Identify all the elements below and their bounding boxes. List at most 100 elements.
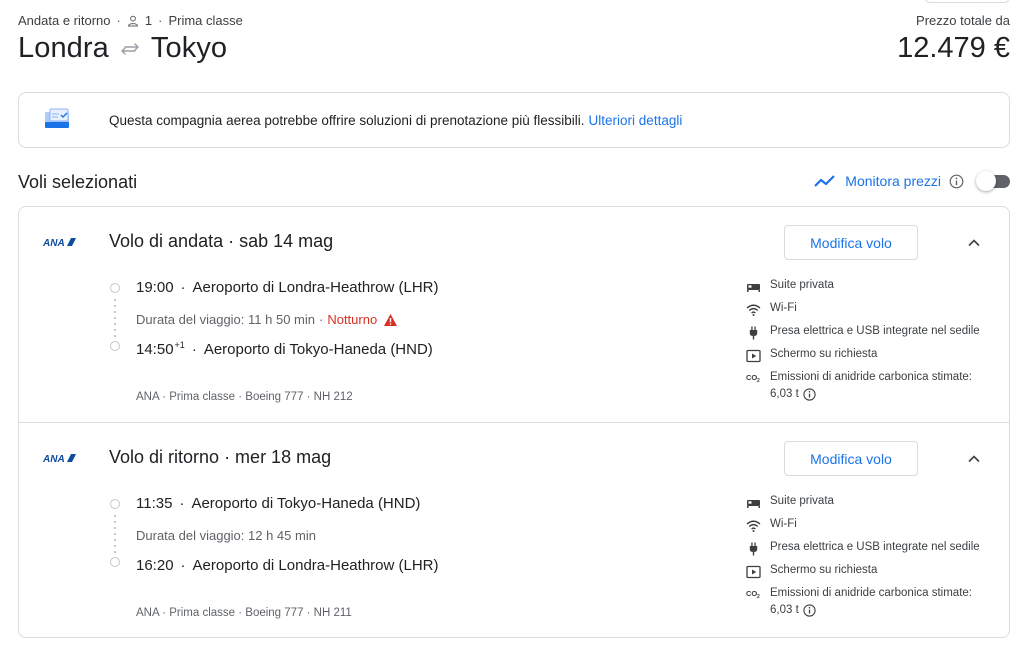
arrival-airport: Aeroporto di Tokyo-Haneda (HND) [203,341,433,358]
separator-dot: · [191,341,197,358]
flight-details: ANA · Prima classe · Boeing 777 · NH 212 [136,391,353,403]
bed-icon [747,500,760,508]
amenities-list: Suite privata Wi-Fi Presa elettrica e US… [746,495,1008,621]
trip-type: Andata e ritorno [18,13,111,28]
route-title: Londra Tokyo [18,32,227,65]
separator-dot: · [158,13,163,28]
ana-logo-icon: ANA [43,238,76,248]
arrival-dot [110,341,120,351]
return-flight: ANA Volo di ritorno · mer 18 mag Modific… [19,423,1009,638]
separator-dot: · [116,13,121,28]
price-label: Prezzo totale da [916,13,1010,28]
departure-airport: Aeroporto di Londra-Heathrow (LHR) [192,279,439,296]
svg-text:2: 2 [757,594,760,600]
info-icon[interactable] [949,174,964,189]
svg-text:CO: CO [746,373,757,382]
travel-duration: Durata del viaggio: 11 h 50 min [136,312,315,327]
ana-logo-icon: ANA [43,454,76,464]
emissions-value: 6,03 t [770,388,799,400]
arrival-time: 14:50 [136,341,174,358]
emissions-value: 6,03 t [770,604,799,616]
swap-arrows-icon [121,42,139,55]
flight-timeline [109,283,121,351]
edit-outbound-button[interactable]: Modifica volo [784,225,918,260]
departure-dot [110,499,120,509]
notice-message: Questa compagnia aerea potrebbe offrire … [109,112,585,128]
arrival-row: 16:20 · Aeroporto di Londra-Heathrow (LH… [136,557,439,574]
duration-row: Durata del viaggio: 11 h 50 min · Nottur… [136,312,398,327]
amenity-screen: Schermo su richiesta [746,564,1008,587]
departure-time: 19:00 [136,279,174,296]
wifi-icon [746,304,761,316]
flexibility-notice: Questa compagnia aerea potrebbe offrire … [18,92,1010,148]
amenity-emissions: CO 2 Emissioni di anidride carbonica sti… [746,585,1008,621]
total-price: 12.479 € [897,32,1010,64]
arrival-dot [110,557,120,567]
co2-icon: CO 2 [746,373,760,384]
separator-dot: · [179,495,185,512]
toggle-thumb [976,171,996,191]
monitor-prices-label: Monitora prezzi [845,173,941,189]
amenity-power-label: Presa elettrica e USB integrate nel sedi… [770,325,980,337]
amenity-wifi-label: Wi-Fi [770,518,797,530]
edit-return-button[interactable]: Modifica volo [784,441,918,476]
amenity-power: Presa elettrica e USB integrate nel sedi… [746,325,1008,348]
emissions-value-group: 6,03 t [770,602,816,619]
origin-city: Londra [18,32,109,64]
amenity-emissions: CO 2 Emissioni di anidride carbonica sti… [746,369,1008,405]
more-details-link[interactable]: Ulteriori dettagli [589,113,683,128]
emissions-text: Emissioni di anidride carbonica stimate:… [770,369,972,403]
separator-dot: · [180,557,186,574]
departure-row: 11:35 · Aeroporto di Tokyo-Haneda (HND) [136,495,420,512]
amenities-list: Suite privata Wi-Fi Presa elettrica e US… [746,279,1008,405]
chevron-up-icon[interactable] [965,234,983,252]
amenity-power: Presa elettrica e USB integrate nel sedi… [746,541,1008,564]
chevron-up-icon[interactable] [965,450,983,468]
notice-text: Questa compagnia aerea potrebbe offrire … [109,113,682,128]
overnight-label: Notturno [327,312,378,327]
separator-dot: · [318,312,324,327]
travel-duration: Durata del viaggio: 12 h 45 min [136,528,316,543]
outbound-heading: Volo di andata · sab 14 mag [109,231,334,251]
person-icon [127,15,138,26]
arrival-airport: Aeroporto di Londra-Heathrow (LHR) [192,557,439,574]
selected-flights-title: Voli selezionati [18,172,138,192]
warning-icon [384,313,398,326]
play-screen-icon [746,349,761,363]
wifi-icon [746,520,761,532]
duration-row: Durata del viaggio: 12 h 45 min [136,528,316,543]
trending-chart-icon [814,175,836,187]
amenity-screen-label: Schermo su richiesta [770,564,878,576]
amenity-power-label: Presa elettrica e USB integrate nel sedi… [770,541,980,553]
power-plug-icon [749,542,758,556]
previous-button-edge[interactable] [924,0,1010,3]
monitor-prices-toggle[interactable] [976,171,1010,191]
departure-airport: Aeroporto di Tokyo-Haneda (HND) [191,495,421,512]
timeline-dots [114,297,116,337]
arrival-time: 16:20 [136,557,174,574]
emissions-label: Emissioni di anidride carbonica stimate: [770,371,972,383]
airline-logo-text: ANA [43,238,65,248]
info-icon[interactable] [803,604,816,617]
amenity-wifi: Wi-Fi [746,302,1008,325]
timeline-dots [114,513,116,553]
info-icon[interactable] [803,388,816,401]
outbound-flight: ANA Volo di andata · sab 14 mag Modifica… [19,207,1009,422]
svg-text:CO: CO [746,589,757,598]
separator-dot: · [180,279,186,296]
play-screen-icon [746,565,761,579]
cabin-class: Prima classe [168,13,243,28]
return-heading: Volo di ritorno · mer 18 mag [109,447,332,467]
amenity-screen: Schermo su richiesta [746,348,1008,371]
power-plug-icon [749,326,758,340]
amenity-wifi: Wi-Fi [746,518,1008,541]
selected-flights-card: ANA Volo di andata · sab 14 mag Modifica… [18,206,1010,638]
airline-logo-text: ANA [43,454,65,464]
day-offset: +1 [174,340,185,350]
amenity-wifi-label: Wi-Fi [770,302,797,314]
destination-city: Tokyo [150,32,228,64]
flight-timeline [109,499,121,567]
amenity-suite-label: Suite privata [770,495,834,507]
amenity-suite: Suite privata [746,495,1008,518]
departure-row: 19:00 · Aeroporto di Londra-Heathrow (LH… [136,279,439,296]
